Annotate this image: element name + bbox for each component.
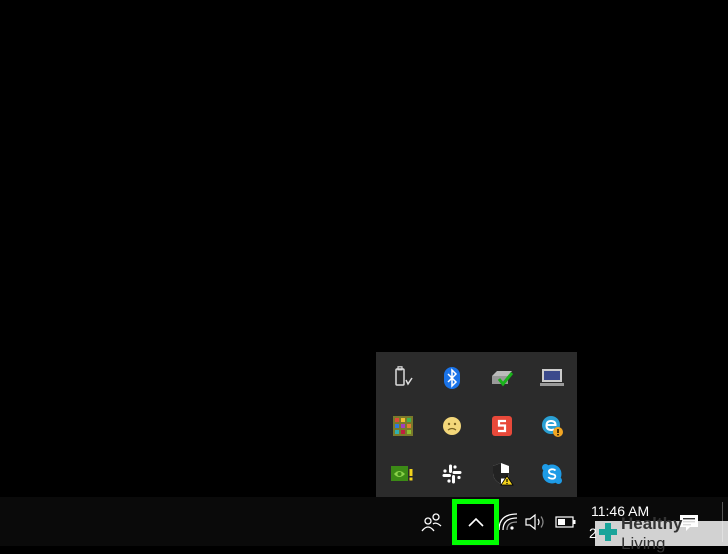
color-grid-icon[interactable] [378,402,428,450]
healthy-living-watermark: Healthy Living [595,514,728,553]
laptop-display-icon[interactable] [527,354,577,402]
slack-icon[interactable] [427,450,477,498]
chevron-up-icon [467,513,485,532]
watermark-light-text: Living [621,533,666,553]
battery-icon[interactable] [554,497,578,546]
nvidia-warning-icon[interactable] [378,450,428,498]
network-check-icon[interactable] [477,354,527,402]
edge-beta-icon[interactable] [527,402,577,450]
defender-warning-icon[interactable] [477,450,527,498]
usb-drive-icon[interactable] [378,354,428,402]
wifi-icon[interactable] [496,497,520,546]
plus-cross-icon [598,522,618,546]
people-icon[interactable] [420,497,444,546]
skype-icon[interactable] [527,450,577,498]
bluetooth-icon[interactable] [427,354,477,402]
sync-face-icon[interactable] [427,402,477,450]
desktop-background [0,0,728,497]
show-hidden-icons-button[interactable] [452,499,499,545]
watermark-bold-text: Healthy [621,513,683,533]
volume-icon[interactable] [523,497,547,546]
hidden-icons-tray [376,352,577,497]
snagit-icon[interactable] [477,402,527,450]
